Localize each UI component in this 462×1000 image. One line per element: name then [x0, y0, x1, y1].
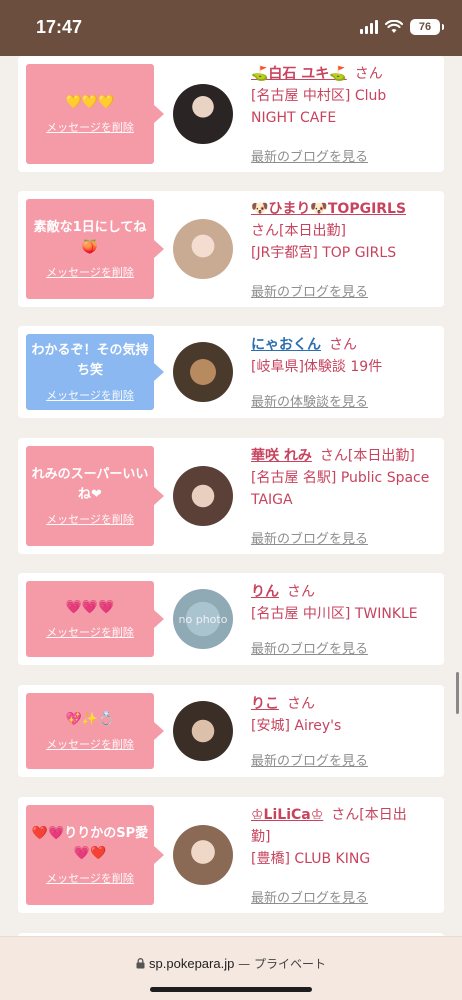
- profile-name-link[interactable]: りん: [251, 584, 279, 600]
- avatar[interactable]: [173, 701, 233, 761]
- message-text: れみのスーパーいいね❤︎: [31, 467, 149, 502]
- no-photo-label: no photo: [178, 613, 228, 626]
- message-text: 💖✨💍: [65, 712, 115, 727]
- message-feed[interactable]: 💛💛💛 メッセージを削除 ⛳白石 ユキ⛳ さん [名古屋 中村区] Club NI…: [0, 56, 462, 936]
- scrollbar[interactable]: [456, 672, 459, 714]
- url-domain: sp.pokepara.jp: [149, 956, 235, 971]
- message-text: 素敵な1日にしてね🍑: [33, 220, 147, 255]
- message-card: わかるぞ！その気持ち笑 メッセージを削除 にゃおくん さん [岐阜県]体験談 19…: [18, 326, 444, 418]
- message-bubble: 💗💗💗 メッセージを削除: [26, 581, 164, 657]
- honorific: さん: [354, 66, 383, 82]
- honorific: さん: [287, 696, 315, 712]
- status-bar: 17:47 76: [0, 0, 462, 56]
- message-card: 素敵な1日にしてね🍑 メッセージを削除 🐶ひまり🐶TOPGIRLS さん[本日出…: [18, 191, 444, 307]
- signal-icon: [360, 20, 378, 34]
- profile-info: 華咲 れみ さん[本日出勤] [名古屋 名駅] Public Space TAIG…: [251, 445, 441, 511]
- message-text: ❤️💗りりかのSP愛💗❤️: [31, 826, 149, 861]
- message-card: れみのスーパーいいね❤︎ メッセージを削除 華咲 れみ さん[本日出勤] [名古屋…: [18, 438, 444, 554]
- latest-blog-link[interactable]: 最新のブログを見る: [251, 146, 368, 165]
- battery-icon: 76: [410, 19, 444, 35]
- shop-line: [名古屋 中村区] Club: [251, 88, 387, 104]
- message-bubble: わかるぞ！その気持ち笑 メッセージを削除: [26, 334, 164, 410]
- profile-name-link[interactable]: ♔LiLiCa♔: [251, 807, 323, 823]
- lock-icon: [136, 958, 145, 969]
- avatar-no-photo[interactable]: no photo: [173, 589, 233, 649]
- message-text: 💗💗💗: [65, 600, 115, 615]
- avatar[interactable]: [173, 342, 233, 402]
- honorific: さん: [287, 584, 315, 600]
- profile-info: りこ さん [安城] Airey's: [251, 693, 441, 737]
- latest-blog-link[interactable]: 最新のブログを見る: [251, 638, 368, 657]
- message-bubble: 💖✨💍 メッセージを削除: [26, 693, 164, 769]
- wifi-icon: [385, 20, 403, 33]
- latest-blog-link[interactable]: 最新のブログを見る: [251, 528, 368, 547]
- profile-name-link[interactable]: りこ: [251, 696, 279, 712]
- shop-line: [豊橋] CLUB KING: [251, 851, 371, 867]
- avatar[interactable]: [173, 825, 233, 885]
- message-card: 💖✨💍 メッセージを削除 りこ さん [安城] Airey's 最新のブログを見る: [18, 685, 444, 777]
- message-card: 💛💛💛 メッセージを削除 ⛳白石 ユキ⛳ さん [名古屋 中村区] Club NI…: [18, 56, 444, 172]
- url-display[interactable]: sp.pokepara.jp — プライベート: [0, 955, 462, 972]
- delete-message-link[interactable]: メッセージを削除: [30, 870, 150, 886]
- delete-message-link[interactable]: メッセージを削除: [30, 119, 150, 135]
- profile-info: ⛳白石 ユキ⛳ さん [名古屋 中村区] Club NIGHT CAFE: [251, 63, 441, 129]
- profile-info: ♔LiLiCa♔ さん[本日出 勤] [豊橋] CLUB KING: [251, 804, 441, 870]
- delete-message-link[interactable]: メッセージを削除: [30, 624, 150, 640]
- review-count: [岐阜県]体験談 19件: [251, 359, 383, 375]
- profile-info: 🐶ひまり🐶TOPGIRLS さん[本日出勤] [JR宇都宮] TOP GIRLS: [251, 198, 441, 264]
- status-time: 17:47: [36, 17, 83, 37]
- home-indicator[interactable]: [150, 987, 312, 992]
- avatar[interactable]: [173, 466, 233, 526]
- shop-line: [安城] Airey's: [251, 718, 342, 734]
- privacy-label: — プライベート: [234, 957, 326, 971]
- shop-line: [JR宇都宮] TOP GIRLS: [251, 245, 397, 261]
- honorific: さん[本日出: [331, 807, 407, 823]
- delete-message-link[interactable]: メッセージを削除: [30, 511, 150, 527]
- delete-experience-link[interactable]: メッセージを削除: [30, 387, 150, 403]
- honorific: さん: [329, 337, 357, 353]
- message-bubble: 素敵な1日にしてね🍑 メッセージを削除: [26, 199, 164, 299]
- avatar[interactable]: [173, 84, 233, 144]
- latest-review-link[interactable]: 最新の体験談を見る: [251, 391, 368, 410]
- shop-line: TAIGA: [251, 492, 293, 508]
- avatar[interactable]: [173, 219, 233, 279]
- message-bubble: ❤️💗りりかのSP愛💗❤️ メッセージを削除: [26, 805, 164, 905]
- status-icons: 76: [360, 19, 444, 35]
- profile-info: りん さん [名古屋 中川区] TWINKLE: [251, 581, 441, 625]
- profile-name-link[interactable]: にゃおくん: [251, 337, 321, 353]
- delete-message-link[interactable]: メッセージを削除: [30, 736, 150, 752]
- shop-line: さん[本日出勤]: [251, 223, 346, 239]
- profile-name-link[interactable]: 華咲 れみ: [251, 448, 312, 464]
- message-card: ❤️💗りりかのSP愛💗❤️ メッセージを削除 ♔LiLiCa♔ さん[本日出 勤]…: [18, 797, 444, 913]
- latest-blog-link[interactable]: 最新のブログを見る: [251, 887, 368, 906]
- profile-info: にゃおくん さん [岐阜県]体験談 19件: [251, 334, 441, 378]
- browser-address-bar[interactable]: sp.pokepara.jp — プライベート: [0, 936, 462, 1000]
- battery-level: 76: [418, 21, 432, 33]
- message-text: 💛💛💛: [65, 95, 115, 110]
- latest-blog-link[interactable]: 最新のブログを見る: [251, 750, 368, 769]
- profile-name-link[interactable]: 🐶ひまり🐶TOPGIRLS: [251, 201, 406, 217]
- latest-blog-link[interactable]: 最新のブログを見る: [251, 281, 368, 300]
- profile-name-link[interactable]: ⛳白石 ユキ⛳: [251, 66, 347, 82]
- shop-line: [名古屋 中川区] TWINKLE: [251, 606, 418, 622]
- message-text: わかるぞ！その気持ち笑: [31, 343, 149, 378]
- message-card: 💗💗💗 メッセージを削除 no photo りん さん [名古屋 中川区] TWI…: [18, 573, 444, 665]
- shop-line: NIGHT CAFE: [251, 110, 337, 126]
- delete-message-link[interactable]: メッセージを削除: [30, 264, 150, 280]
- message-bubble: れみのスーパーいいね❤︎ メッセージを削除: [26, 446, 164, 546]
- message-bubble: 💛💛💛 メッセージを削除: [26, 64, 164, 164]
- shop-line: [名古屋 名駅] Public Space: [251, 470, 430, 486]
- honorific: さん[本日出勤]: [319, 448, 415, 464]
- shop-line: 勤]: [251, 829, 271, 845]
